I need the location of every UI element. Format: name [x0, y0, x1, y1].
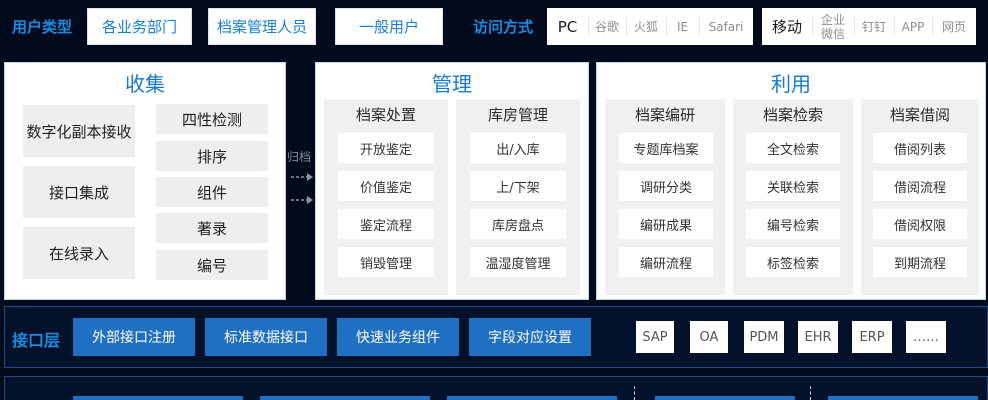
- collect-online-entry[interactable]: 在线录入: [23, 227, 135, 279]
- use-title: 利用: [771, 71, 811, 96]
- manage-disposal-item[interactable]: 开放鉴定: [338, 133, 434, 163]
- access-firefox[interactable]: 火狐: [626, 8, 666, 45]
- collect-four-property-check[interactable]: 四性检测: [156, 104, 268, 134]
- manage-title: 管理: [432, 71, 472, 96]
- use-column-compilation: 档案编研 专题库档案 调研分类 编研成果 编研流程: [605, 99, 725, 295]
- quick-business-component-button[interactable]: 快速业务组件: [337, 318, 459, 356]
- system-sap[interactable]: SAP: [636, 321, 674, 353]
- use-compilation-item[interactable]: 编研成果: [619, 209, 713, 239]
- manage-warehouse-header: 库房管理: [487, 105, 548, 124]
- collect-digital-copy-receive[interactable]: 数字化副本接收: [23, 105, 135, 157]
- use-retrieval-header: 档案检索: [762, 105, 823, 124]
- bottom-divider: [810, 386, 811, 400]
- manage-warehouse-item[interactable]: 库房盘点: [470, 209, 566, 239]
- manage-disposal-item[interactable]: 价值鉴定: [338, 171, 434, 201]
- manage-panel: 管理 档案处置 开放鉴定 价值鉴定 鉴定流程 销毁管理 库房管理 出/入库 上/…: [315, 62, 589, 300]
- collect-title: 收集: [125, 71, 165, 96]
- bottom-block: [447, 396, 617, 400]
- manage-column-warehouse: 库房管理 出/入库 上/下架 库房盘点 温湿度管理: [456, 99, 580, 295]
- use-retrieval-item[interactable]: 编号检索: [746, 209, 840, 239]
- use-borrowing-item[interactable]: 借阅流程: [873, 171, 967, 201]
- external-interface-register-button[interactable]: 外部接口注册: [73, 318, 195, 356]
- bottom-divider: [634, 386, 635, 400]
- user-type-general-users[interactable]: 一般用户: [335, 8, 443, 45]
- access-pc[interactable]: PC: [547, 8, 588, 45]
- manage-warehouse-item[interactable]: 温湿度管理: [470, 247, 566, 277]
- use-retrieval-item[interactable]: 全文检索: [746, 133, 840, 163]
- collect-sort[interactable]: 排序: [156, 141, 268, 171]
- collect-component[interactable]: 组件: [156, 177, 268, 207]
- collect-interface-integration[interactable]: 接口集成: [23, 166, 135, 218]
- use-borrowing-header: 档案借阅: [889, 105, 950, 124]
- user-type-archive-managers[interactable]: 档案管理人员: [208, 8, 316, 45]
- use-panel: 利用 档案编研 专题库档案 调研分类 编研成果 编研流程 档案检索 全文检索 关…: [596, 62, 986, 300]
- use-compilation-item[interactable]: 专题库档案: [619, 133, 713, 163]
- system-ehr[interactable]: EHR: [798, 321, 838, 353]
- standard-data-interface-button[interactable]: 标准数据接口: [205, 318, 327, 356]
- system-oa[interactable]: OA: [690, 321, 728, 353]
- access-safari[interactable]: Safari: [699, 8, 753, 45]
- use-column-retrieval: 档案检索 全文检索 关联检索 编号检索 标签检索: [733, 99, 853, 295]
- bottom-block: [73, 396, 243, 400]
- access-chrome[interactable]: 谷歌: [588, 8, 626, 45]
- manage-disposal-item[interactable]: 鉴定流程: [338, 209, 434, 239]
- manage-disposal-header: 档案处置: [355, 105, 416, 124]
- system-more[interactable]: ……: [906, 321, 946, 353]
- collect-panel: 收集 数字化副本接收 接口集成 在线录入 四性检测 排序 组件 著录 编号: [4, 62, 286, 300]
- access-method-label: 访问方式: [473, 17, 534, 36]
- manage-column-disposal: 档案处置 开放鉴定 价值鉴定 鉴定流程 销毁管理: [324, 99, 448, 295]
- user-type-business-departments[interactable]: 各业务部门: [87, 8, 192, 45]
- user-type-label: 用户类型: [12, 17, 73, 36]
- manage-disposal-item[interactable]: 销毁管理: [338, 247, 434, 277]
- manage-warehouse-item[interactable]: 出/入库: [470, 133, 566, 163]
- system-erp[interactable]: ERP: [852, 321, 892, 353]
- access-dingtalk[interactable]: 钉钉: [854, 8, 894, 45]
- access-web[interactable]: 网页: [932, 8, 976, 45]
- field-mapping-settings-button[interactable]: 字段对应设置: [469, 318, 591, 356]
- interface-layer-title: 接口层: [12, 331, 61, 350]
- bottom-block: [260, 396, 430, 400]
- access-mobile[interactable]: 移动: [762, 8, 812, 45]
- collect-numbering[interactable]: 编号: [156, 250, 268, 280]
- use-column-borrowing: 档案借阅 借阅列表 借阅流程 借阅权限 到期流程: [861, 99, 979, 295]
- use-compilation-item[interactable]: 调研分类: [619, 171, 713, 201]
- use-borrowing-item[interactable]: 到期流程: [873, 247, 967, 277]
- manage-warehouse-item[interactable]: 上/下架: [470, 171, 566, 201]
- use-retrieval-item[interactable]: 关联检索: [746, 171, 840, 201]
- archive-arrows-icon: [291, 173, 313, 204]
- use-compilation-item[interactable]: 编研流程: [619, 247, 713, 277]
- collect-catalog[interactable]: 著录: [156, 213, 268, 243]
- access-pc-group: PC 谷歌 火狐 IE Safari: [547, 8, 753, 45]
- use-borrowing-item[interactable]: 借阅权限: [873, 209, 967, 239]
- access-mobile-group: 移动 企业 微信 钉钉 APP 网页: [762, 8, 976, 45]
- access-wecom[interactable]: 企业 微信: [812, 8, 854, 45]
- use-retrieval-item[interactable]: 标签检索: [746, 247, 840, 277]
- archive-arrow-label: 归档: [287, 150, 312, 164]
- bottom-block: [655, 396, 795, 400]
- access-app[interactable]: APP: [894, 8, 932, 45]
- access-ie[interactable]: IE: [666, 8, 699, 45]
- bottom-block: [828, 396, 978, 400]
- use-compilation-header: 档案编研: [634, 105, 695, 124]
- system-pdm[interactable]: PDM: [744, 321, 784, 353]
- use-borrowing-item[interactable]: 借阅列表: [873, 133, 967, 163]
